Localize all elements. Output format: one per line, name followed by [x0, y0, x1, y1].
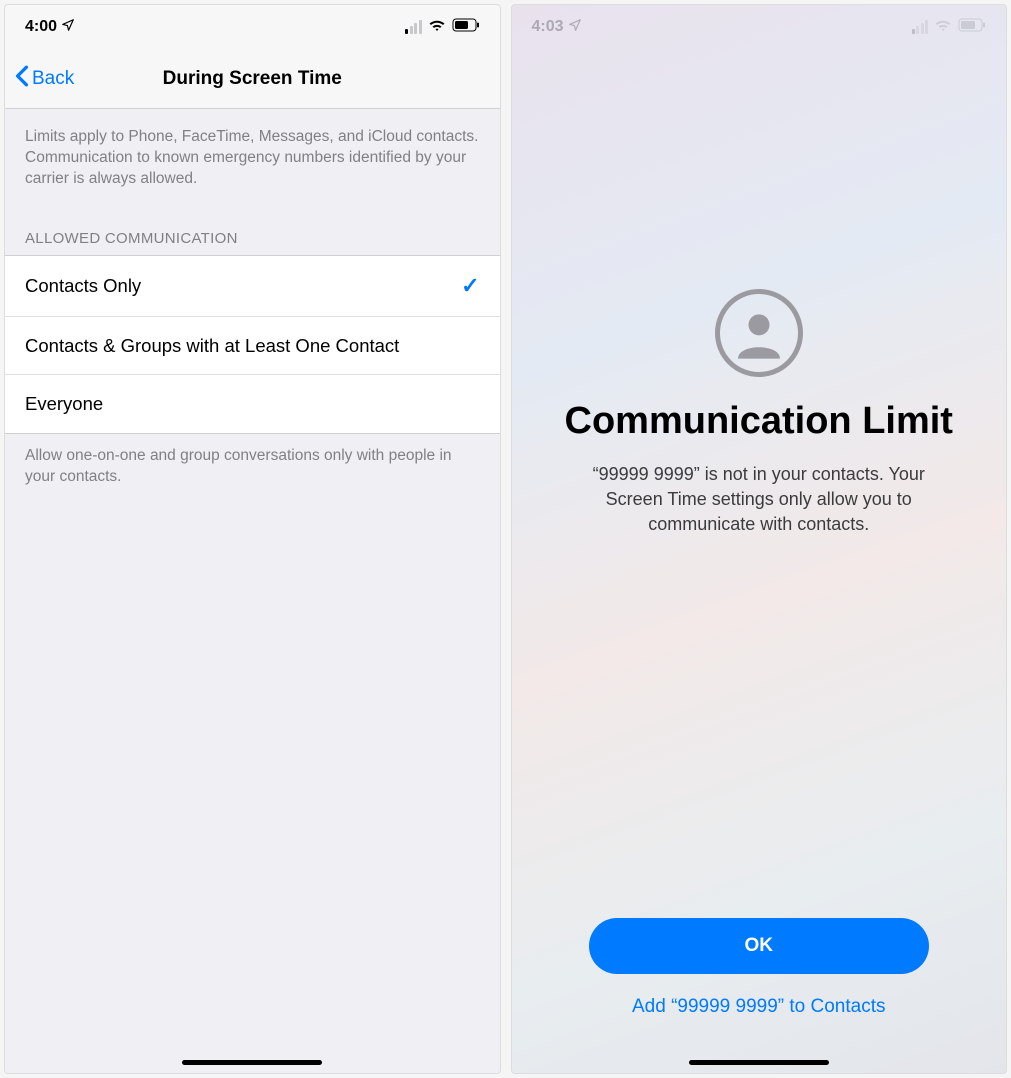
- status-bar: 4:03: [512, 5, 1007, 49]
- cellular-signal-icon: [405, 20, 422, 34]
- section-description: Limits apply to Phone, FaceTime, Message…: [5, 109, 500, 200]
- navigation-bar: Back During Screen Time: [5, 49, 500, 109]
- home-indicator[interactable]: [689, 1060, 829, 1065]
- back-label: Back: [32, 68, 74, 90]
- settings-screen: 4:00 Back Durin: [4, 4, 501, 1074]
- option-contacts-only[interactable]: Contacts Only ✓: [5, 256, 500, 318]
- chevron-left-icon: [15, 65, 29, 93]
- wifi-icon: [428, 18, 446, 37]
- location-icon: [568, 18, 582, 37]
- limit-title: Communication Limit: [565, 399, 953, 444]
- status-time: 4:00: [25, 18, 57, 36]
- option-contacts-and-groups[interactable]: Contacts & Groups with at Least One Cont…: [5, 317, 500, 375]
- bottom-actions: OK Add “99999 9999” to Contacts: [512, 918, 1007, 1018]
- section-header: ALLOWED COMMUNICATION: [5, 200, 500, 255]
- contact-placeholder-icon: [715, 289, 803, 377]
- option-everyone[interactable]: Everyone: [5, 375, 500, 433]
- location-icon: [61, 18, 75, 37]
- option-label: Contacts & Groups with at Least One Cont…: [25, 334, 480, 358]
- back-button[interactable]: Back: [15, 65, 74, 93]
- option-label: Everyone: [25, 392, 480, 416]
- ok-label: OK: [745, 935, 774, 957]
- status-time: 4:03: [532, 18, 564, 36]
- ok-button[interactable]: OK: [589, 918, 929, 974]
- home-indicator[interactable]: [182, 1060, 322, 1065]
- limit-description: “99999 9999” is not in your contacts. Yo…: [569, 462, 949, 538]
- communication-limit-screen: 4:03: [511, 4, 1008, 1074]
- checkmark-icon: ✓: [461, 272, 479, 301]
- wifi-icon: [934, 18, 952, 37]
- battery-icon: [958, 18, 986, 37]
- status-bar: 4:00: [5, 5, 500, 49]
- cellular-signal-icon: [912, 20, 929, 34]
- add-to-contacts-link[interactable]: Add “99999 9999” to Contacts: [632, 996, 886, 1018]
- battery-icon: [452, 18, 480, 37]
- content-area: Limits apply to Phone, FaceTime, Message…: [5, 109, 500, 1073]
- option-label: Contacts Only: [25, 274, 461, 298]
- section-footer: Allow one-on-one and group conversations…: [5, 434, 500, 500]
- allowed-communication-options: Contacts Only ✓ Contacts & Groups with a…: [5, 255, 500, 435]
- add-label: Add “99999 9999” to Contacts: [632, 996, 886, 1017]
- page-title: During Screen Time: [5, 68, 500, 90]
